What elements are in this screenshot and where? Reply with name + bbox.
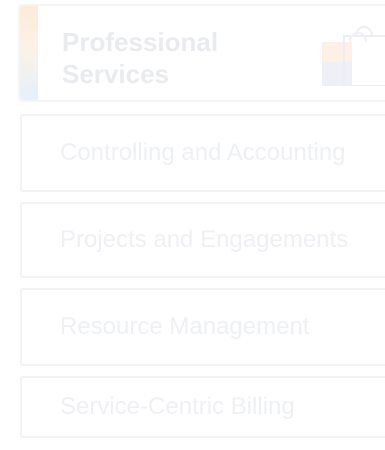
menu-item-label: Controlling and Accounting (60, 139, 346, 166)
services-menu: Controlling and Accounting Projects and … (20, 114, 385, 438)
menu-item-label: Projects and Engagements (60, 226, 349, 253)
page: Professional Services Controlling and Ac… (0, 0, 385, 450)
accent-bar (20, 6, 38, 100)
menu-item-resource-management[interactable]: Resource Management (20, 288, 385, 366)
page-title: Professional Services (62, 27, 219, 89)
menu-item-label: Service-Centric Billing (60, 393, 295, 420)
menu-item-label: Resource Management (60, 313, 310, 340)
menu-item-controlling-accounting[interactable]: Controlling and Accounting (20, 114, 385, 192)
menu-item-projects-engagements[interactable]: Projects and Engagements (20, 202, 385, 278)
header-card: Professional Services (18, 4, 385, 102)
menu-item-service-centric-billing[interactable]: Service-Centric Billing (20, 376, 385, 438)
shopping-bag-icon (320, 22, 385, 87)
